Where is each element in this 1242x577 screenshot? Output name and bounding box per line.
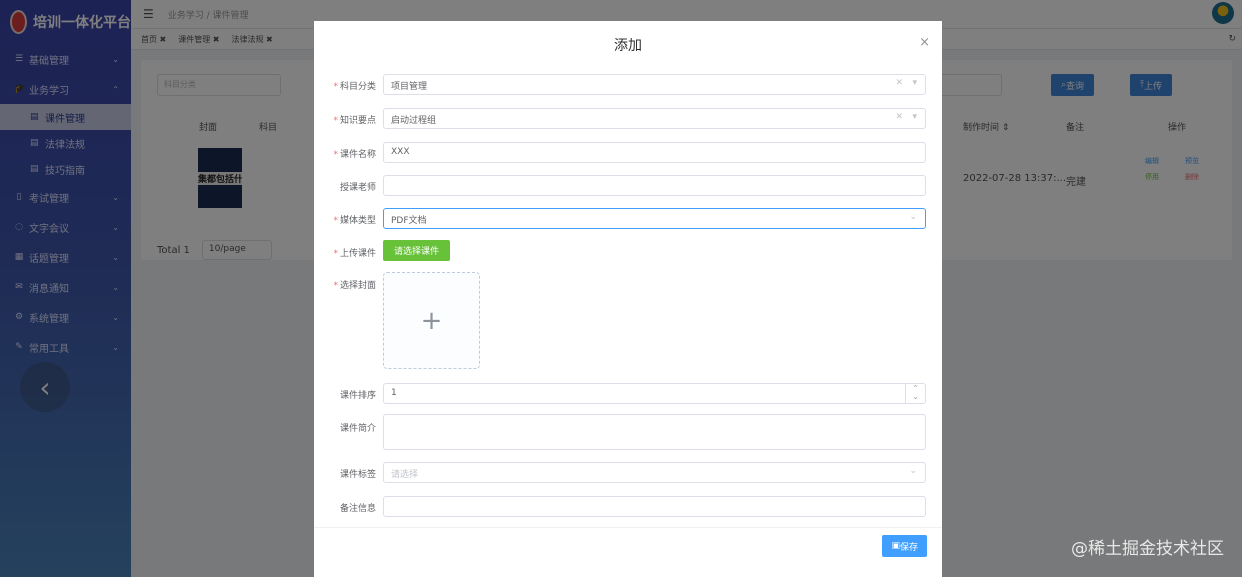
subject-label-text: 科目分类 xyxy=(339,82,376,92)
add-dialog: 添加 × * 科目分类 项目管理 ✕ ▾ * 知识要点 启动过程组 ✕ ▾ * 课件名称 XX… xyxy=(314,21,942,577)
intro-label: 课件简介 xyxy=(339,424,376,434)
media-select[interactable]: PDF文档 ⌄ xyxy=(383,208,926,229)
dialog-footer-divider xyxy=(314,527,942,528)
save-icon: ▣ xyxy=(891,541,900,551)
subject-select[interactable]: 项目管理 ✕ ▾ xyxy=(383,74,926,95)
subject-value: 项目管理 xyxy=(391,82,428,92)
clear-icon[interactable]: ✕ xyxy=(895,112,903,122)
tag-select[interactable]: 请选择 ⌄ xyxy=(383,462,926,483)
knowledge-select[interactable]: 启动过程组 ✕ ▾ xyxy=(383,108,926,129)
required-mark: * xyxy=(333,82,338,92)
order-value: 1 xyxy=(391,388,397,398)
media-label-text: 媒体类型 xyxy=(339,216,376,226)
knowledge-label-text: 知识要点 xyxy=(339,116,376,126)
caret-down-icon: ▾ xyxy=(912,112,917,122)
plus-icon: + xyxy=(420,305,443,336)
note-label: 备注信息 xyxy=(339,504,376,514)
stepper-up-icon[interactable]: ⌃ xyxy=(906,384,925,393)
name-label: * 课件名称 xyxy=(314,147,376,160)
cover-label: * 选择封面 xyxy=(314,278,376,291)
caret-down-icon: ▾ xyxy=(912,78,917,88)
order-label: 课件排序 xyxy=(339,391,376,401)
teacher-label: 授课老师 xyxy=(339,183,376,193)
note-input[interactable] xyxy=(383,496,926,517)
required-mark: * xyxy=(333,150,338,160)
required-mark: * xyxy=(333,281,338,291)
name-label-text: 课件名称 xyxy=(339,150,376,160)
save-label: 保存 xyxy=(899,542,918,553)
intro-textarea[interactable] xyxy=(383,414,926,450)
tag-placeholder: 请选择 xyxy=(391,470,419,480)
required-mark: * xyxy=(333,116,338,126)
teacher-input[interactable] xyxy=(383,175,926,196)
tag-label: 课件标签 xyxy=(339,470,376,480)
required-mark: * xyxy=(333,216,338,226)
upload-label: * 上传课件 xyxy=(314,246,376,259)
cover-uploader[interactable]: + xyxy=(383,272,480,369)
save-button[interactable]: ▣ 保存 xyxy=(882,535,927,557)
upload-label-text: 上传课件 xyxy=(339,249,376,259)
watermark: @稀土掘金技术社区 xyxy=(1071,539,1224,559)
knowledge-label: * 知识要点 xyxy=(314,113,376,126)
knowledge-value: 启动过程组 xyxy=(391,116,437,126)
chevron-down-icon: ⌄ xyxy=(909,466,917,476)
chevron-down-icon: ⌄ xyxy=(909,212,917,222)
choose-file-button[interactable]: 请选择课件 xyxy=(383,240,451,261)
clear-icon[interactable]: ✕ xyxy=(895,78,903,88)
subject-label: * 科目分类 xyxy=(314,79,376,92)
cover-label-text: 选择封面 xyxy=(339,281,376,291)
media-value: PDF文档 xyxy=(391,216,427,226)
required-mark: * xyxy=(333,249,338,259)
order-stepper[interactable]: ⌃ ⌄ xyxy=(905,384,925,403)
app-root: 培训一体化平台 ☰基础管理⌄ 🎓业务学习⌃ ▤课件管理 ▤法律法规 ▤技巧指南 … xyxy=(0,0,1242,577)
media-label: * 媒体类型 xyxy=(314,213,376,226)
dialog-title: 添加 xyxy=(614,38,642,54)
order-input[interactable]: 1 ⌃ ⌄ xyxy=(383,383,926,404)
name-input[interactable]: XXX xyxy=(383,142,926,163)
close-icon[interactable]: × xyxy=(919,35,930,50)
stepper-down-icon[interactable]: ⌄ xyxy=(906,393,925,402)
